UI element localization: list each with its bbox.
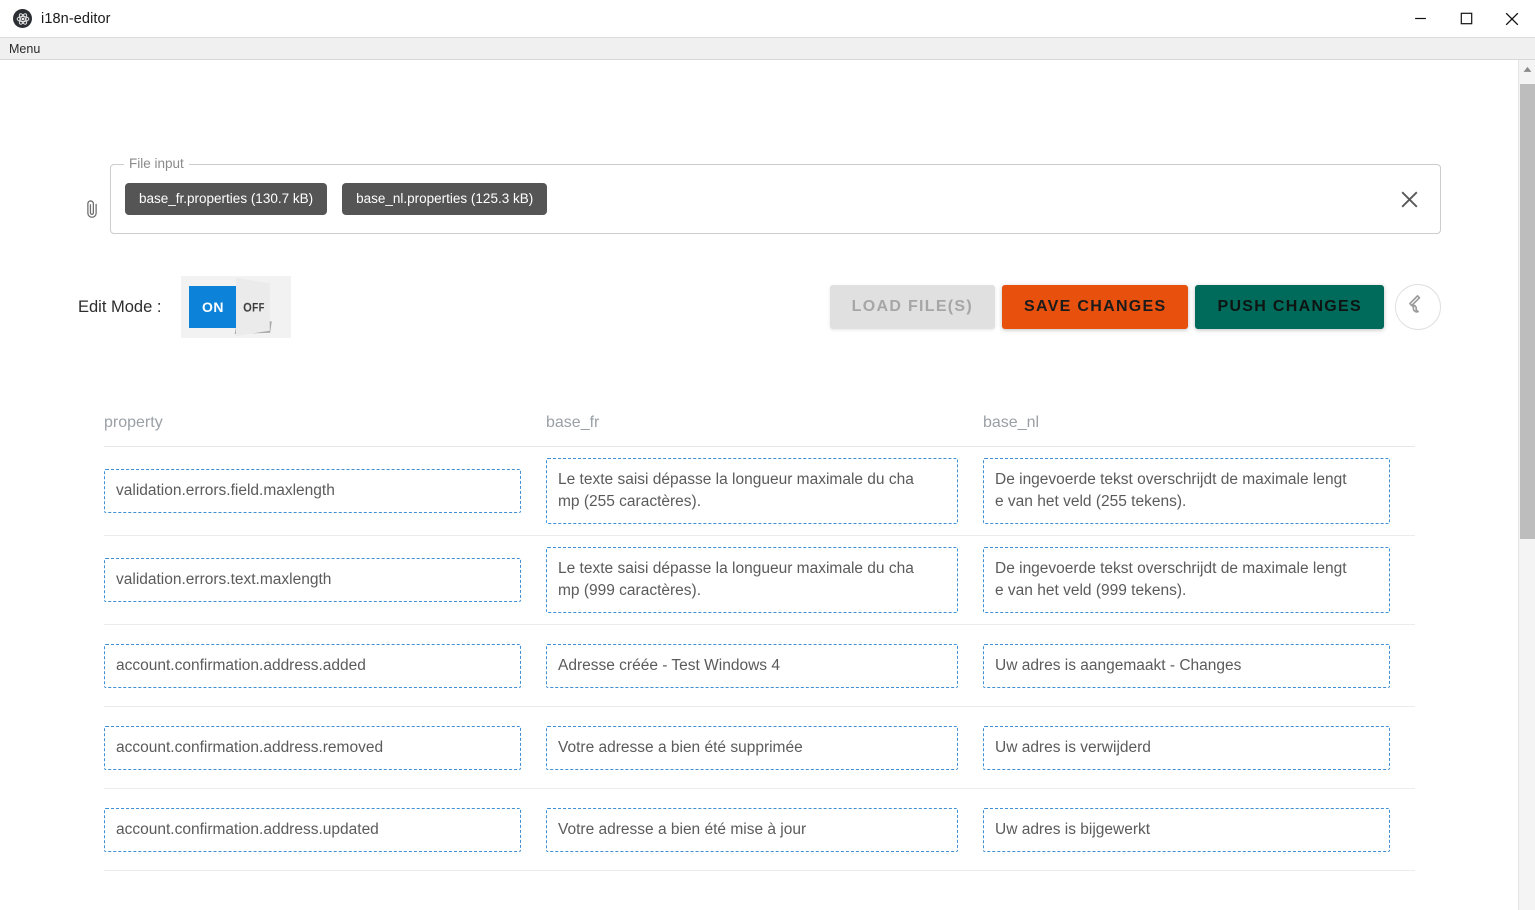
- cell-property: account.confirmation.address.added: [104, 643, 546, 688]
- base-fr-value: Le texte saisi dépasse la longueur maxim…: [558, 471, 914, 510]
- window-controls: [1397, 0, 1535, 38]
- column-header-base-fr: base_fr: [546, 414, 600, 431]
- base-nl-field[interactable]: De ingevoerde tekst overschrijdt de maxi…: [983, 458, 1390, 524]
- cell-property: validation.errors.text.maxlength: [104, 558, 546, 602]
- controls-row: Edit Mode : OFF ON LOAD FILE(S) SAVE CHA…: [0, 276, 1503, 338]
- base-fr-field[interactable]: Adresse créée - Test Windows 4: [546, 643, 958, 688]
- base-nl-value: De ingevoerde tekst overschrijdt de maxi…: [995, 471, 1347, 510]
- cell-property: validation.errors.field.maxlength: [104, 469, 546, 513]
- base-fr-value: Le texte saisi dépasse la longueur maxim…: [558, 560, 914, 599]
- translations-table: property base_fr base_nl validation.erro…: [0, 414, 1503, 871]
- table-row: validation.errors.field.maxlength Le tex…: [104, 447, 1415, 536]
- base-nl-value: Uw adres is aangemaakt - Changes: [995, 656, 1242, 674]
- cell-base-fr: Votre adresse a bien été mise à jour: [546, 807, 983, 852]
- property-field[interactable]: validation.errors.field.maxlength: [104, 469, 521, 513]
- base-fr-field[interactable]: Le texte saisi dépasse la longueur maxim…: [546, 547, 958, 613]
- base-nl-value: Uw adres is bijgewerkt: [995, 820, 1151, 838]
- column-header-base-nl: base_nl: [983, 414, 1040, 431]
- table-row: account.confirmation.address.updated Vot…: [104, 789, 1415, 871]
- cell-property: account.confirmation.address.updated: [104, 807, 546, 852]
- file-input-fieldset[interactable]: File input base_fr.properties (130.7 kB)…: [110, 156, 1441, 234]
- menu-bar: Menu: [0, 38, 1535, 60]
- paperclip-icon: [78, 195, 106, 223]
- push-changes-button[interactable]: PUSH CHANGES: [1195, 285, 1384, 329]
- property-field[interactable]: validation.errors.text.maxlength: [104, 558, 521, 602]
- base-nl-value: De ingevoerde tekst overschrijdt de maxi…: [995, 560, 1347, 599]
- clear-files-button[interactable]: [1392, 182, 1426, 216]
- load-files-button[interactable]: LOAD FILE(S): [829, 285, 996, 329]
- property-value: validation.errors.field.maxlength: [116, 482, 335, 499]
- vertical-scrollbar[interactable]: [1518, 60, 1535, 910]
- maximize-button[interactable]: [1443, 0, 1489, 38]
- edit-mode-toggle[interactable]: OFF ON: [181, 276, 292, 338]
- atom-icon: [13, 9, 32, 28]
- close-button[interactable]: [1489, 0, 1535, 38]
- scrollbar-thumb[interactable]: [1520, 84, 1535, 539]
- base-fr-value: Votre adresse a bien été supprimée: [558, 738, 803, 756]
- save-changes-button[interactable]: SAVE CHANGES: [1002, 285, 1189, 329]
- base-fr-value: Adresse créée - Test Windows 4: [558, 656, 780, 674]
- base-nl-field[interactable]: Uw adres is bijgewerkt: [983, 807, 1390, 852]
- property-field[interactable]: account.confirmation.address.added: [104, 643, 521, 688]
- base-nl-field[interactable]: Uw adres is verwijderd: [983, 725, 1390, 770]
- property-value: account.confirmation.address.added: [116, 656, 366, 674]
- window-title: i18n-editor: [41, 10, 111, 27]
- file-chip[interactable]: base_fr.properties (130.7 kB): [125, 183, 328, 215]
- cell-base-nl: De ingevoerde tekst overschrijdt de maxi…: [983, 458, 1415, 524]
- cell-base-nl: Uw adres is bijgewerkt: [983, 807, 1415, 852]
- column-header-property: property: [104, 414, 163, 431]
- file-chip-list: base_fr.properties (130.7 kB) base_nl.pr…: [125, 183, 548, 215]
- base-nl-field[interactable]: De ingevoerde tekst overschrijdt de maxi…: [983, 547, 1390, 613]
- table-header-row: property base_fr base_nl: [104, 414, 1415, 447]
- cell-property: account.confirmation.address.removed: [104, 725, 546, 770]
- table-row: account.confirmation.address.added Adres…: [104, 625, 1415, 707]
- cell-base-nl: De ingevoerde tekst overschrijdt de maxi…: [983, 547, 1415, 613]
- file-input-row: File input base_fr.properties (130.7 kB)…: [0, 156, 1503, 234]
- cell-base-nl: Uw adres is aangemaakt - Changes: [983, 643, 1415, 688]
- menu-item-menu[interactable]: Menu: [0, 38, 48, 60]
- title-bar: i18n-editor: [0, 0, 1535, 38]
- wrench-icon: [1407, 293, 1430, 321]
- base-fr-field[interactable]: Votre adresse a bien été mise à jour: [546, 807, 958, 852]
- cell-base-fr: Le texte saisi dépasse la longueur maxim…: [546, 547, 983, 613]
- cell-base-nl: Uw adres is verwijderd: [983, 725, 1415, 770]
- property-value: validation.errors.text.maxlength: [116, 571, 332, 588]
- base-nl-field[interactable]: Uw adres is aangemaakt - Changes: [983, 643, 1390, 688]
- base-nl-value: Uw adres is verwijderd: [995, 738, 1151, 756]
- table-row: validation.errors.text.maxlength Le text…: [104, 536, 1415, 625]
- file-chip[interactable]: base_nl.properties (125.3 kB): [342, 183, 548, 215]
- property-value: account.confirmation.address.removed: [116, 738, 384, 756]
- content-inner: File input base_fr.properties (130.7 kB)…: [0, 156, 1503, 871]
- toggle-on-face[interactable]: ON: [189, 286, 237, 328]
- scroll-up-button[interactable]: [1519, 60, 1535, 78]
- toggle-off-face[interactable]: OFF: [236, 278, 271, 336]
- cell-base-fr: Adresse créée - Test Windows 4: [546, 643, 983, 688]
- base-fr-field[interactable]: Votre adresse a bien été supprimée: [546, 725, 958, 770]
- minimize-button[interactable]: [1397, 0, 1443, 38]
- content-wrapper: File input base_fr.properties (130.7 kB)…: [0, 60, 1535, 910]
- property-value: account.confirmation.address.updated: [116, 820, 379, 838]
- cell-base-fr: Votre adresse a bien été supprimée: [546, 725, 983, 770]
- table-row: account.confirmation.address.removed Vot…: [104, 707, 1415, 789]
- title-bar-left: i18n-editor: [0, 9, 111, 28]
- main-content: File input base_fr.properties (130.7 kB)…: [0, 60, 1518, 910]
- base-fr-value: Votre adresse a bien été mise à jour: [558, 820, 807, 838]
- property-field[interactable]: account.confirmation.address.updated: [104, 807, 521, 852]
- action-button-group: LOAD FILE(S) SAVE CHANGES PUSH CHANGES: [829, 284, 1441, 330]
- file-input-legend: File input: [124, 156, 189, 172]
- settings-button[interactable]: [1395, 284, 1441, 330]
- cell-base-fr: Le texte saisi dépasse la longueur maxim…: [546, 458, 983, 524]
- edit-mode-label: Edit Mode :: [78, 297, 162, 316]
- property-field[interactable]: account.confirmation.address.removed: [104, 725, 521, 770]
- base-fr-field[interactable]: Le texte saisi dépasse la longueur maxim…: [546, 458, 958, 524]
